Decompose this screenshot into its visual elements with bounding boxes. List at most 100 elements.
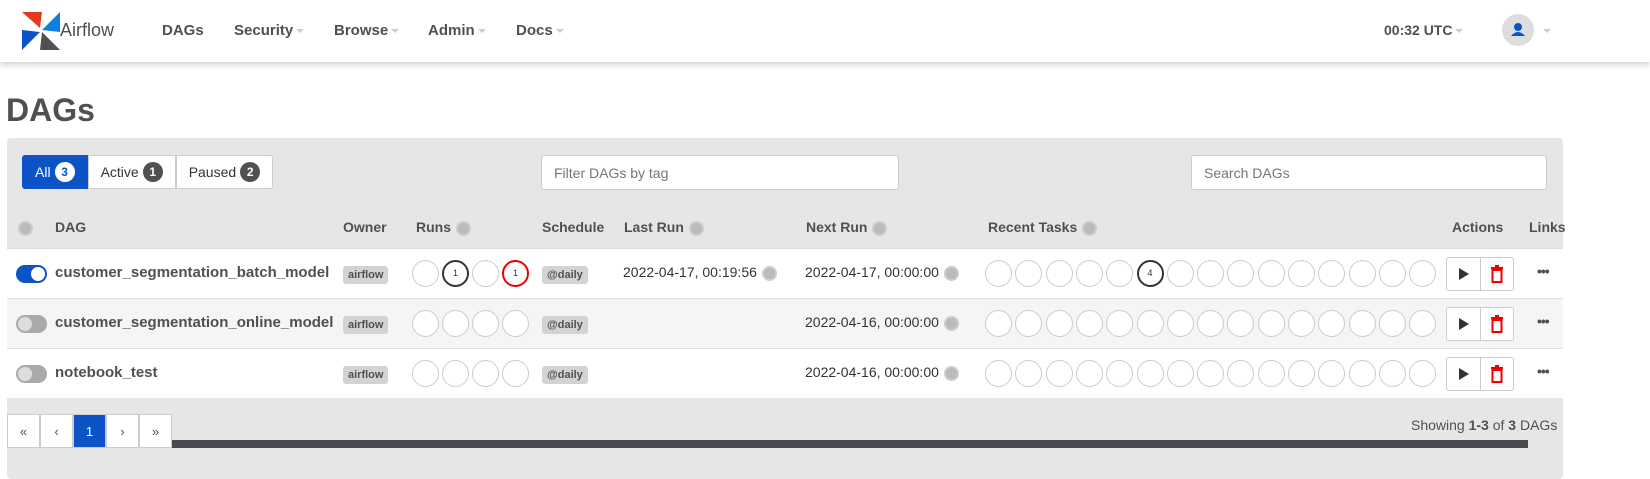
info-icon[interactable] <box>456 220 471 236</box>
nav-security[interactable]: Security <box>234 22 305 39</box>
filter-all-button[interactable]: All 3 <box>22 155 88 189</box>
nav-browse[interactable]: Browse <box>334 22 400 39</box>
task-state-circle[interactable] <box>1015 310 1043 337</box>
dag-pause-toggle[interactable] <box>16 365 47 383</box>
horizontal-scrollbar[interactable] <box>25 440 1528 448</box>
run-state-circle[interactable]: 1 <box>502 260 529 287</box>
info-icon[interactable] <box>688 220 704 236</box>
task-state-circle[interactable] <box>1378 360 1406 387</box>
run-state-circle[interactable] <box>502 310 529 337</box>
run-state-circle[interactable]: 1 <box>442 260 469 287</box>
page-next-button[interactable]: › <box>106 414 139 448</box>
tag-filter-input[interactable] <box>541 155 899 190</box>
task-state-circle[interactable] <box>1257 360 1285 387</box>
task-state-circle[interactable] <box>1045 260 1073 287</box>
task-state-circle[interactable] <box>1378 260 1406 287</box>
task-state-circle[interactable] <box>985 260 1012 287</box>
task-state-circle[interactable]: 4 <box>1136 260 1164 287</box>
delete-dag-button[interactable] <box>1480 308 1513 340</box>
owner-tag[interactable]: airflow <box>343 316 389 334</box>
run-state-circle[interactable] <box>502 360 529 387</box>
page-prev-button[interactable]: ‹ <box>40 414 73 448</box>
task-state-circle[interactable] <box>1409 260 1437 287</box>
dag-name-link[interactable]: notebook_test <box>55 364 158 381</box>
schedule-tag[interactable]: @daily <box>542 266 588 284</box>
task-state-circle[interactable] <box>1136 360 1164 387</box>
links-more-icon[interactable]: ••• <box>1537 313 1550 329</box>
run-state-circle[interactable] <box>442 310 469 337</box>
task-state-circle[interactable] <box>1348 260 1376 287</box>
trigger-dag-button[interactable] <box>1447 358 1480 390</box>
run-state-circle[interactable] <box>472 360 499 387</box>
owner-tag[interactable]: airflow <box>343 366 389 384</box>
task-state-circle[interactable] <box>1227 360 1255 387</box>
task-state-circle[interactable] <box>1318 360 1346 387</box>
run-state-circle[interactable] <box>412 260 439 287</box>
task-state-circle[interactable] <box>1288 360 1315 387</box>
task-state-circle[interactable] <box>1348 310 1376 337</box>
info-icon[interactable] <box>943 315 959 331</box>
task-state-circle[interactable] <box>1045 360 1073 387</box>
nav-docs[interactable]: Docs <box>516 22 564 39</box>
delete-dag-button[interactable] <box>1480 358 1513 390</box>
task-state-circle[interactable] <box>985 310 1012 337</box>
task-state-circle[interactable] <box>1075 360 1103 387</box>
task-state-circle[interactable] <box>1075 260 1103 287</box>
task-state-circle[interactable] <box>1197 310 1225 337</box>
task-state-circle[interactable] <box>1409 360 1437 387</box>
task-state-circle[interactable] <box>1075 310 1103 337</box>
page-1-button[interactable]: 1 <box>73 414 106 448</box>
run-state-circle[interactable] <box>412 310 439 337</box>
search-dags-input[interactable] <box>1191 155 1547 190</box>
brand-name[interactable]: Airflow <box>60 20 114 41</box>
nav-admin[interactable]: Admin <box>428 22 486 39</box>
last-run-link[interactable]: 2022-04-17, 00:19:56 <box>623 264 777 281</box>
info-icon[interactable] <box>18 219 33 236</box>
task-state-circle[interactable] <box>985 360 1012 387</box>
task-state-circle[interactable] <box>1378 310 1406 337</box>
task-state-circle[interactable] <box>1166 260 1194 287</box>
dag-pause-toggle[interactable] <box>16 315 47 333</box>
task-state-circle[interactable] <box>1227 260 1255 287</box>
task-state-circle[interactable] <box>1015 260 1043 287</box>
task-state-circle[interactable] <box>1166 310 1194 337</box>
chevron-down-icon[interactable] <box>1543 29 1551 33</box>
info-icon[interactable] <box>943 265 959 281</box>
task-state-circle[interactable] <box>1106 310 1134 337</box>
task-state-circle[interactable] <box>1166 360 1194 387</box>
run-state-circle[interactable] <box>472 260 499 287</box>
filter-paused-button[interactable]: Paused 2 <box>175 155 274 189</box>
task-state-circle[interactable] <box>1288 310 1315 337</box>
task-state-circle[interactable] <box>1318 310 1346 337</box>
info-icon[interactable] <box>1082 220 1098 236</box>
dag-name-link[interactable]: customer_segmentation_batch_model <box>55 264 329 281</box>
dag-pause-toggle[interactable] <box>16 265 47 283</box>
task-state-circle[interactable] <box>1288 260 1315 287</box>
timezone-dropdown[interactable]: 00:32 UTC <box>1384 22 1464 38</box>
page-first-button[interactable]: « <box>7 414 40 448</box>
links-more-icon[interactable]: ••• <box>1537 263 1550 279</box>
info-icon[interactable] <box>943 365 959 381</box>
links-more-icon[interactable]: ••• <box>1537 363 1550 379</box>
task-state-circle[interactable] <box>1409 310 1437 337</box>
task-state-circle[interactable] <box>1227 310 1255 337</box>
run-state-circle[interactable] <box>442 360 469 387</box>
col-dag[interactable]: DAG <box>55 219 86 235</box>
task-state-circle[interactable] <box>1045 310 1073 337</box>
trigger-dag-button[interactable] <box>1447 258 1480 290</box>
page-last-button[interactable]: » <box>139 414 172 448</box>
airflow-logo-icon[interactable] <box>20 10 62 52</box>
owner-tag[interactable]: airflow <box>343 266 389 284</box>
col-owner[interactable]: Owner <box>343 219 387 235</box>
nav-dags[interactable]: DAGs <box>162 22 204 39</box>
run-state-circle[interactable] <box>472 310 499 337</box>
filter-active-button[interactable]: Active 1 <box>87 155 176 189</box>
user-menu-avatar[interactable] <box>1502 14 1534 46</box>
task-state-circle[interactable] <box>1318 260 1346 287</box>
task-state-circle[interactable] <box>1106 260 1134 287</box>
task-state-circle[interactable] <box>1348 360 1376 387</box>
trigger-dag-button[interactable] <box>1447 308 1480 340</box>
task-state-circle[interactable] <box>1197 360 1225 387</box>
info-icon[interactable] <box>761 265 777 281</box>
schedule-tag[interactable]: @daily <box>542 366 588 384</box>
